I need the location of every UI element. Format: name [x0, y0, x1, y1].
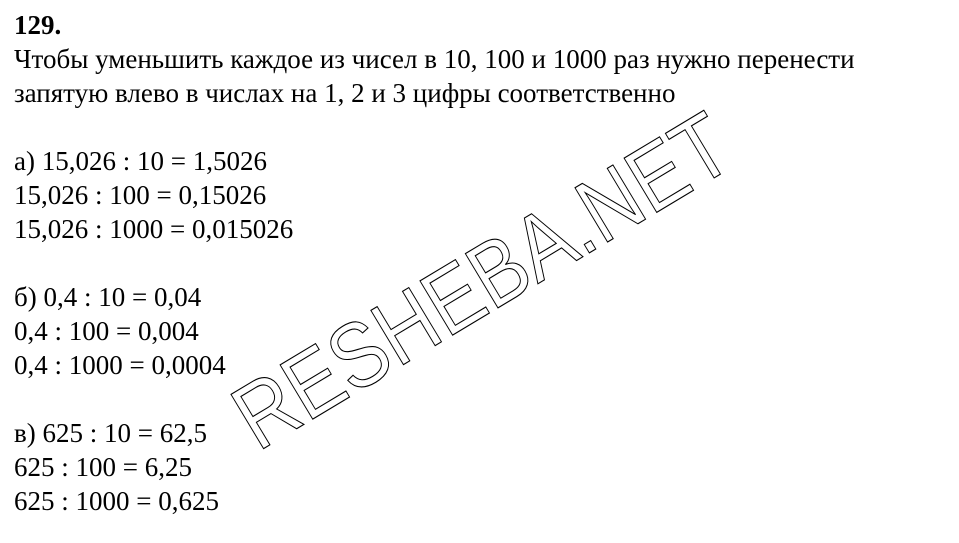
part-c-line-3: 625 : 1000 = 0,625 — [14, 486, 219, 516]
part-b-line-1: б) 0,4 : 10 = 0,04 — [14, 282, 202, 312]
part-c-line-2: 625 : 100 = 6,25 — [14, 452, 192, 482]
solution-page: 129. Чтобы уменьшить каждое из чисел в 1… — [14, 8, 949, 518]
intro-line-1: Чтобы уменьшить каждое из чисел в 10, 10… — [14, 44, 855, 74]
part-a-line-2: 15,026 : 100 = 0,15026 — [14, 180, 267, 210]
intro-line-2: запятую влево в числах на 1, 2 и 3 цифры… — [14, 78, 676, 108]
part-a-line-1: а) 15,026 : 10 = 1,5026 — [14, 146, 267, 176]
part-c-line-1: в) 625 : 10 = 62,5 — [14, 418, 207, 448]
part-b-line-3: 0,4 : 1000 = 0,0004 — [14, 350, 226, 380]
part-b-line-2: 0,4 : 100 = 0,004 — [14, 316, 199, 346]
task-number: 129. — [14, 10, 62, 40]
part-a-line-3: 15,026 : 1000 = 0,015026 — [14, 214, 294, 244]
